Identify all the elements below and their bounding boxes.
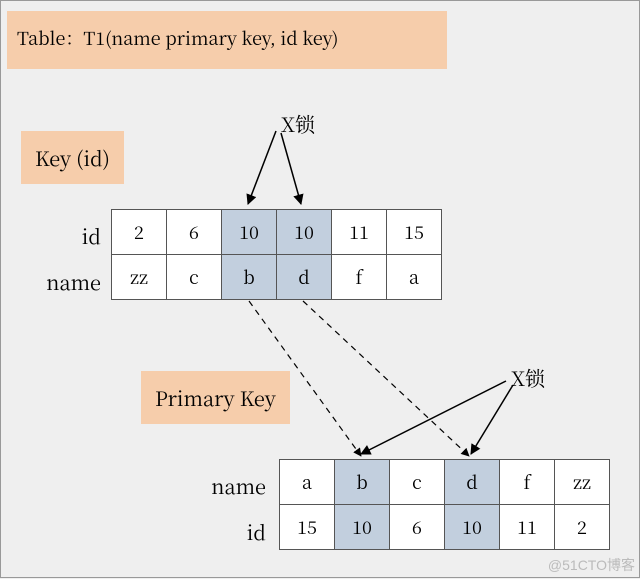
cell: d: [277, 255, 332, 300]
primary-key-label: Primary Key: [141, 371, 290, 424]
cell: 2: [555, 505, 610, 550]
cell: 15: [387, 210, 442, 255]
cell: f: [332, 255, 387, 300]
cell: 15: [280, 505, 335, 550]
top-row-label-id: id: [31, 221, 101, 250]
cell: 10: [222, 210, 277, 255]
cell: d: [445, 460, 500, 505]
table-row: 2 6 10 10 11 15: [112, 210, 442, 255]
cell: a: [387, 255, 442, 300]
cell: 10: [277, 210, 332, 255]
cell: f: [500, 460, 555, 505]
table-row: 15 10 6 10 11 2: [280, 505, 610, 550]
cell: a: [280, 460, 335, 505]
cell: b: [335, 460, 390, 505]
bottom-row-label-id: id: [196, 517, 266, 546]
lock-label-top: X锁: [281, 109, 315, 138]
table-title: Table：T1(name primary key, id key): [7, 11, 447, 69]
cell: 6: [167, 210, 222, 255]
key-id-label: Key (id): [21, 131, 124, 184]
cell: c: [167, 255, 222, 300]
primary-key-table: a b c d f zz 15 10 6 10 11 2: [279, 459, 610, 550]
table-row: a b c d f zz: [280, 460, 610, 505]
cell: zz: [555, 460, 610, 505]
table-row: zz c b d f a: [112, 255, 442, 300]
key-id-table: 2 6 10 10 11 15 zz c b d f a: [111, 209, 442, 300]
lock-label-bottom: X锁: [511, 363, 545, 392]
cell: c: [390, 460, 445, 505]
cell: 11: [332, 210, 387, 255]
top-row-label-name: name: [31, 267, 101, 296]
cell: 10: [335, 505, 390, 550]
cell: 10: [445, 505, 500, 550]
cell: zz: [112, 255, 167, 300]
cell: b: [222, 255, 277, 300]
cell: 6: [390, 505, 445, 550]
bottom-row-label-name: name: [196, 471, 266, 500]
watermark: @51CTO博客: [548, 555, 635, 575]
cell: 11: [500, 505, 555, 550]
cell: 2: [112, 210, 167, 255]
